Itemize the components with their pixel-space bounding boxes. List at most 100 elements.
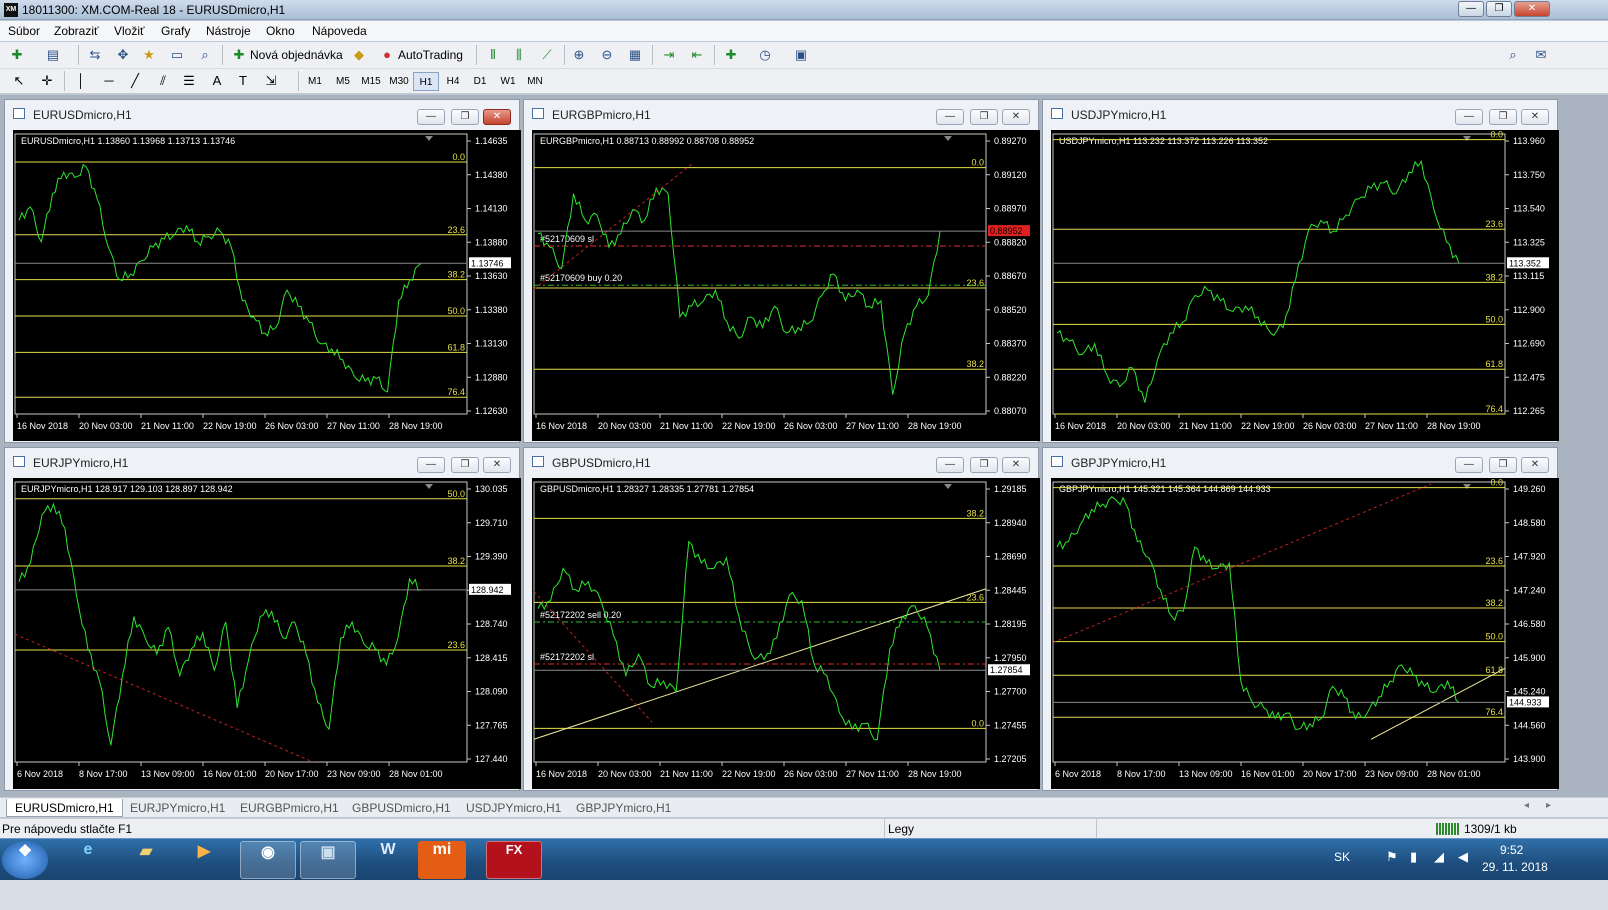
strategy-tester-icon[interactable]: ⌕ (196, 46, 214, 64)
new-order-button[interactable]: Nová objednávka (250, 45, 343, 65)
tab-eurjpy[interactable]: EURJPYmicro,H1 (122, 799, 233, 817)
timeframe-m5[interactable]: M5 (330, 72, 356, 91)
chart-window-gbpusd[interactable]: GBPUSDmicro,H1— ❐ ✕ GBPUSDmicro,H1 1.28327 … (523, 447, 1040, 791)
timeframe-h4[interactable]: H4 (440, 72, 466, 91)
tab-gbpjpy[interactable]: GBPJPYmicro,H1 (568, 799, 679, 817)
chart-minimize-button[interactable]: — (1455, 109, 1483, 125)
flag-icon[interactable]: ⚑ (1386, 849, 1398, 865)
autotrading-button[interactable]: AutoTrading (398, 45, 463, 65)
chart-close-button[interactable]: ✕ (1002, 457, 1030, 473)
clock-date[interactable]: 29. 11. 2018 (1482, 860, 1548, 874)
indicators-icon[interactable]: ✚ (722, 46, 740, 64)
chart-close-button[interactable]: ✕ (483, 109, 511, 125)
word-icon[interactable]: W (360, 841, 416, 879)
media-player-icon[interactable]: ▶ (176, 841, 232, 879)
search-icon[interactable]: ⌕ (1504, 46, 1522, 64)
remote-app-icon[interactable]: ▣ (300, 841, 356, 879)
tab-scroll-right-icon[interactable]: ▸ (1546, 800, 1551, 811)
chart-close-button[interactable]: ✕ (1002, 109, 1030, 125)
chart-window-gbpjpy[interactable]: GBPJPYmicro,H1— ❐ ✕ GBPJPYmicro,H1 145.321 … (1042, 447, 1559, 791)
line-chart-icon[interactable]: ⟋ (538, 46, 556, 64)
data-window-icon[interactable]: ✥ (114, 46, 132, 64)
chart-minimize-button[interactable]: — (417, 109, 445, 125)
menu-napoveda[interactable]: Nápoveda (312, 24, 367, 38)
volume-icon[interactable]: ◀ (1458, 849, 1468, 865)
timeframe-mn[interactable]: MN (522, 72, 548, 91)
zoom-out-icon[interactable]: ⊖ (598, 46, 616, 64)
clock-time[interactable]: 9:52 (1500, 843, 1523, 857)
internet-explorer-icon[interactable]: e (60, 841, 116, 879)
timeframe-h1[interactable]: H1 (413, 72, 439, 91)
tab-eurgbp[interactable]: EURGBPmicro,H1 (232, 799, 347, 817)
crosshair-icon[interactable]: ✛ (38, 72, 56, 90)
price-chart[interactable]: EURJPYmicro,H1 128.917 129.103 128.897 1… (13, 478, 521, 789)
candlestick-icon[interactable]: ⫼ (510, 46, 528, 64)
chart-shift-icon[interactable]: ⇥ (660, 46, 678, 64)
tab-eurusd[interactable]: EURUSDmicro,H1 (6, 799, 123, 817)
cursor-icon[interactable]: ↖ (10, 72, 28, 90)
price-chart[interactable]: GBPUSDmicro,H1 1.28327 1.28335 1.27781 1… (532, 478, 1040, 789)
chart-restore-button[interactable]: ❐ (1489, 109, 1517, 125)
mi-icon[interactable]: mi (418, 841, 466, 879)
text-icon[interactable]: A (208, 72, 226, 90)
zoom-in-icon[interactable]: ⊕ (570, 46, 588, 64)
new-chart-icon[interactable]: ✚ (8, 46, 26, 64)
profiles-icon[interactable]: ▤ (44, 46, 62, 64)
language-indicator[interactable]: SK (1334, 850, 1350, 864)
chart-restore-button[interactable]: ❐ (1489, 457, 1517, 473)
horizontal-line-icon[interactable]: ─ (100, 72, 118, 90)
price-chart[interactable]: EURUSDmicro,H1 1.13860 1.13968 1.13713 1… (13, 130, 521, 441)
price-chart[interactable]: EURGBPmicro,H1 0.88713 0.88992 0.88708 0… (532, 130, 1040, 441)
chart-restore-button[interactable]: ❐ (970, 457, 998, 473)
chart-restore-button[interactable]: ❐ (451, 457, 479, 473)
network-icon[interactable]: ▮ (1410, 849, 1417, 865)
chart-minimize-button[interactable]: — (417, 457, 445, 473)
autoscroll-icon[interactable]: ⇤ (688, 46, 706, 64)
fxpro-icon[interactable]: FX (486, 841, 542, 879)
bar-chart-icon[interactable]: ⫴ (484, 46, 502, 64)
chart-window-eurusd[interactable]: EURUSDmicro,H1— ❐ ✕ EURUSDmicro,H1 1.13860 … (4, 99, 521, 443)
chat-icon[interactable]: ✉ (1532, 46, 1550, 64)
terminal-icon[interactable]: ▭ (168, 46, 186, 64)
start-orb-icon[interactable]: ❖ (2, 841, 48, 879)
trendline-icon[interactable]: ╱ (126, 72, 144, 90)
metaeditor-icon[interactable]: ◆ (350, 46, 368, 64)
tab-gbpusd[interactable]: GBPUSDmicro,H1 (344, 799, 459, 817)
chart-restore-button[interactable]: ❐ (970, 109, 998, 125)
timeframe-w1[interactable]: W1 (495, 72, 521, 91)
timeframe-m15[interactable]: M15 (358, 72, 384, 91)
equidistant-channel-icon[interactable]: ⫽ (154, 72, 172, 90)
close-button[interactable]: ✕ (1514, 1, 1550, 17)
tile-windows-icon[interactable]: ▦ (626, 46, 644, 64)
chrome-icon[interactable]: ◉ (240, 841, 296, 879)
timeframe-m30[interactable]: M30 (386, 72, 412, 91)
file-explorer-icon[interactable]: ▰ (118, 841, 174, 879)
templates-icon[interactable]: ▣ (792, 46, 810, 64)
chart-minimize-button[interactable]: — (936, 109, 964, 125)
chart-close-button[interactable]: ✕ (483, 457, 511, 473)
tab-scroll-left-icon[interactable]: ◂ (1524, 800, 1529, 811)
fibonacci-icon[interactable]: ☰ (180, 72, 198, 90)
chart-window-eurgbp[interactable]: EURGBPmicro,H1— ❐ ✕ EURGBPmicro,H1 0.88713 … (523, 99, 1040, 443)
chart-close-button[interactable]: ✕ (1521, 457, 1549, 473)
minimize-button[interactable]: — (1458, 1, 1484, 17)
signal-icon[interactable]: ◢ (1434, 849, 1444, 865)
market-watch-icon[interactable]: ⇆ (86, 46, 104, 64)
menu-nastroje[interactable]: Nástroje (206, 24, 251, 38)
menu-vlozit[interactable]: Vložiť (114, 24, 145, 38)
chart-minimize-button[interactable]: — (936, 457, 964, 473)
chart-window-eurjpy[interactable]: EURJPYmicro,H1— ❐ ✕ EURJPYmicro,H1 128.917 … (4, 447, 521, 791)
timeframe-d1[interactable]: D1 (467, 72, 493, 91)
chart-minimize-button[interactable]: — (1455, 457, 1483, 473)
chart-close-button[interactable]: ✕ (1521, 109, 1549, 125)
menu-okno[interactable]: Okno (266, 24, 295, 38)
maximize-button[interactable]: ❐ (1486, 1, 1512, 17)
arrows-icon[interactable]: ⇲ (262, 72, 280, 90)
menu-zobrazit[interactable]: Zobraziť (54, 24, 99, 38)
price-chart[interactable]: GBPJPYmicro,H1 145.321 145.364 144.869 1… (1051, 478, 1559, 789)
new-order-icon[interactable]: ✚ (230, 46, 248, 64)
timeframe-m1[interactable]: M1 (302, 72, 328, 91)
periods-icon[interactable]: ◷ (756, 46, 774, 64)
menu-grafy[interactable]: Grafy (161, 24, 190, 38)
menu-subor[interactable]: Súbor (8, 24, 40, 38)
